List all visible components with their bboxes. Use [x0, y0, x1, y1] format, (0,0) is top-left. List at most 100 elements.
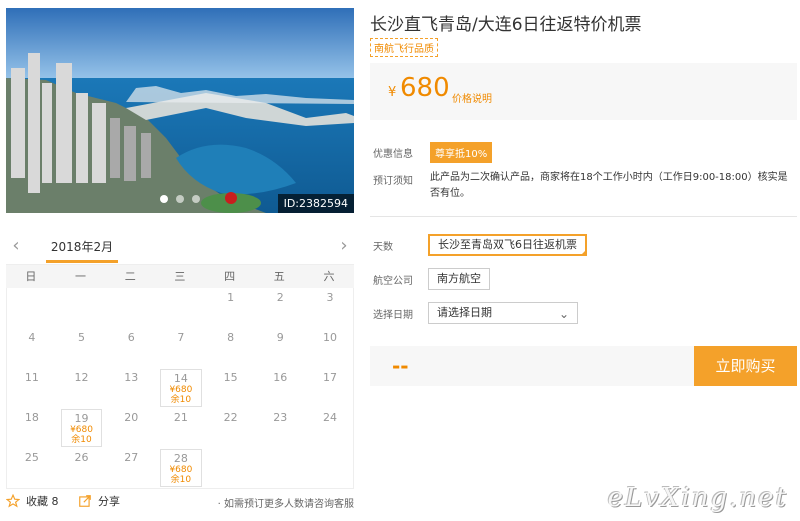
day-number: 15: [223, 371, 238, 384]
day-number: 8: [227, 331, 235, 344]
date-calendar: ‹ 2018年2月 › 日一二三四五六 1 2 3 4 5 6 7 8 9 10 11 12 13 14 ¥…: [6, 228, 354, 489]
next-month-button[interactable]: ›: [334, 236, 354, 256]
carousel-dot[interactable]: [192, 195, 200, 203]
calendar-day: 11: [7, 368, 57, 408]
city-coast-image: [6, 8, 354, 213]
currency-symbol: ¥: [388, 85, 397, 100]
calendar-day: 22: [206, 408, 256, 448]
notice-text: 此产品为二次确认产品，商家将在18个工作小时内（工作日9:00-18:00）核实…: [430, 172, 788, 199]
calendar-day: 5: [57, 328, 107, 368]
share-button[interactable]: 分享: [78, 493, 120, 509]
total-price: --: [392, 354, 409, 378]
date-select[interactable]: 请选择日期 ⌄: [428, 302, 578, 324]
weekday-label: 一: [75, 270, 87, 283]
weekday-header: 日一二三四五六: [6, 264, 354, 288]
day-number: 1: [227, 291, 235, 304]
calendar-month-label: 2018年2月: [50, 240, 114, 254]
day-number: 10: [322, 331, 337, 344]
day-number: 20: [124, 411, 139, 424]
share-icon: [79, 495, 91, 507]
calendar-day: 24: [305, 408, 355, 448]
calendar-day: 26: [57, 448, 107, 488]
calendar-day: 16: [255, 368, 305, 408]
day-remaining: 余10: [170, 475, 192, 485]
carousel-dot[interactable]: [160, 195, 168, 203]
day-number: 7: [177, 331, 185, 344]
star-icon: [6, 494, 20, 508]
day-number: 5: [78, 331, 86, 344]
calendar-day: 8: [206, 328, 256, 368]
date-select-value: 请选择日期: [437, 306, 492, 319]
product-hero-image: ID:2382594: [6, 8, 354, 213]
days-label: 天数: [373, 242, 393, 253]
calendar-day: 18: [7, 408, 57, 448]
calendar-day: [7, 288, 57, 328]
calendar-day: [255, 448, 305, 488]
weekday-label: 六: [323, 270, 335, 283]
calendar-day-available[interactable]: 19 ¥680 余10: [60, 409, 103, 447]
calendar-day: 2: [255, 288, 305, 328]
calendar-day: [305, 448, 355, 488]
quality-tag: 南航飞行品质: [370, 38, 438, 57]
calendar-day: 3: [305, 288, 355, 328]
weekday-label: 五: [273, 270, 285, 283]
day-number: 25: [24, 451, 39, 464]
carousel-dots: [160, 195, 200, 203]
calendar-day: 21: [156, 408, 206, 448]
day-number: 13: [124, 371, 139, 384]
calendar-day: 27: [106, 448, 156, 488]
date-label: 选择日期: [373, 310, 413, 321]
day-number: 28: [173, 452, 188, 465]
product-footer-bar: 收藏 8 分享 · 如需预订更多人数请咨询客服: [6, 491, 354, 511]
booking-note: · 如需预订更多人数请咨询客服: [217, 499, 354, 510]
carousel-dot[interactable]: [176, 195, 184, 203]
favorite-label: 收藏 8: [26, 495, 59, 508]
favorite-button[interactable]: 收藏 8: [6, 493, 59, 509]
calendar-day: 1: [206, 288, 256, 328]
promo-badge: 尊享抵10%: [430, 142, 493, 163]
calendar-day: 9: [255, 328, 305, 368]
calendar-day: 13: [106, 368, 156, 408]
day-number: 14: [173, 372, 188, 385]
day-number: 9: [276, 331, 284, 344]
airline-label: 航空公司: [373, 276, 413, 287]
calendar-day: 20: [106, 408, 156, 448]
day-number: 16: [273, 371, 288, 384]
price-explain-link[interactable]: 价格说明: [452, 90, 492, 105]
weekday-label: 三: [174, 270, 186, 283]
day-remaining: 余10: [170, 395, 192, 405]
day-remaining: 余10: [71, 435, 92, 445]
day-number: 22: [223, 411, 238, 424]
day-number: 21: [173, 411, 188, 424]
calendar-day: 4: [7, 328, 57, 368]
day-number: 19: [74, 412, 89, 425]
day-number: 23: [273, 411, 288, 424]
watermark-logo: eLvXing.net: [607, 483, 788, 513]
buy-now-button[interactable]: 立即购买: [694, 346, 797, 386]
day-number: 12: [74, 371, 89, 384]
calendar-grid: 1 2 3 4 5 6 7 8 9 10 11 12 13 14 ¥680 余10 15 16 17 18 19 ¥680…: [6, 288, 354, 489]
days-option[interactable]: 长沙至青岛双飞6日往返机票: [428, 234, 587, 256]
day-number: 27: [124, 451, 139, 464]
calendar-day: [106, 288, 156, 328]
calendar-day: 6: [106, 328, 156, 368]
airline-option[interactable]: 南方航空: [428, 268, 490, 290]
divider: [370, 216, 797, 217]
calendar-day-available[interactable]: 14 ¥680 余10: [160, 369, 202, 407]
notice-label: 预订须知: [373, 176, 413, 187]
calendar-day: [206, 448, 256, 488]
weekday-label: 四: [224, 270, 236, 283]
day-price: ¥680: [169, 465, 193, 475]
share-label: 分享: [98, 495, 120, 508]
calendar-day: 17: [305, 368, 355, 408]
calendar-day: 23: [255, 408, 305, 448]
chevron-down-icon: ⌄: [558, 307, 569, 321]
calendar-day-available[interactable]: 28 ¥680 余10: [160, 449, 202, 487]
price-box: ¥ 680 价格说明: [370, 63, 797, 120]
calendar-header: ‹ 2018年2月 ›: [6, 228, 354, 264]
day-number: 4: [28, 331, 36, 344]
weekday-label: 日: [25, 270, 37, 283]
image-id-badge: ID:2382594: [277, 194, 354, 213]
calendar-day: [156, 288, 206, 328]
prev-month-button[interactable]: ‹: [6, 236, 26, 256]
